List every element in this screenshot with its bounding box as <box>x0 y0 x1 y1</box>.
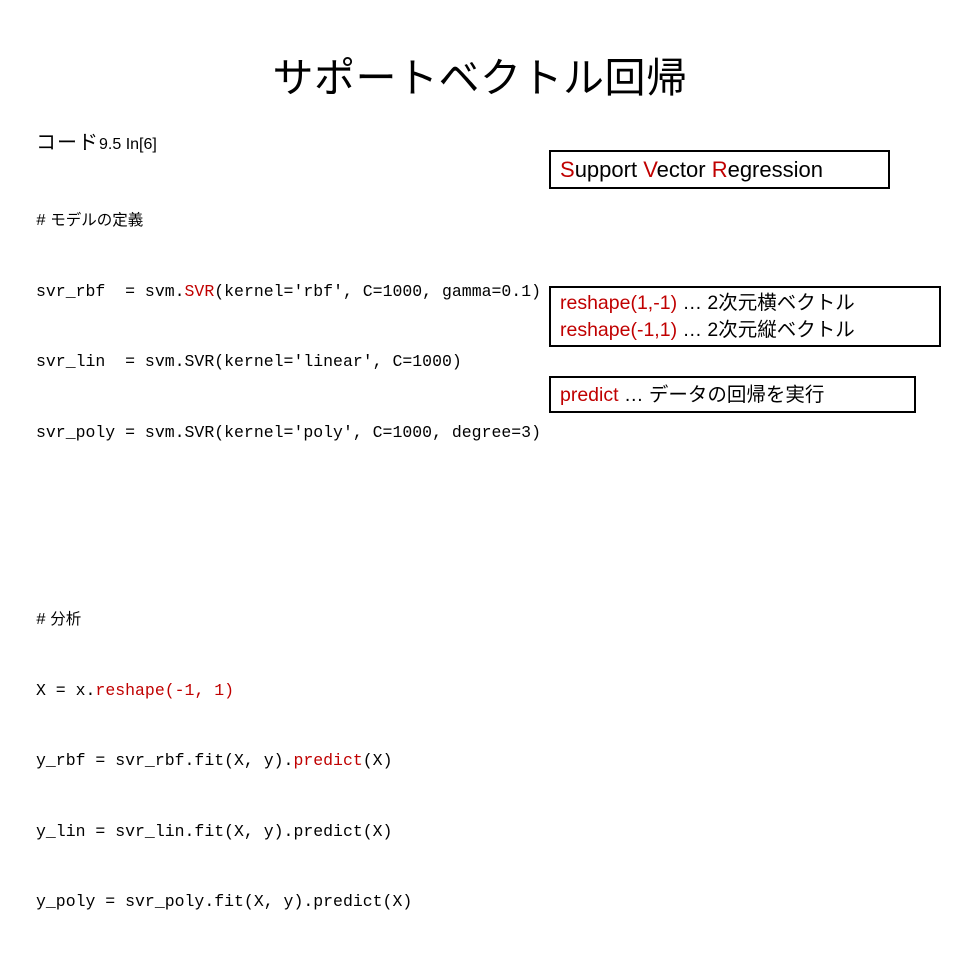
note-svr-text: Support Vector Regression <box>551 155 888 185</box>
note-initial-r: R <box>711 156 728 182</box>
note-reshape-row-1: reshape(1,-1) … 2次元横ベクトル <box>551 290 939 317</box>
code-comment-analysis: # 分析 <box>36 608 556 632</box>
code-line-svr-poly: svr_poly = svm.SVR(kernel='poly', C=1000… <box>36 422 541 442</box>
note-predict-row-1: predict … データの回帰を実行 <box>551 382 914 408</box>
page-title: サポートベクトル回帰 <box>272 55 688 101</box>
comment-text: 分析 <box>50 611 82 628</box>
note-reshape-call-column-vector: reshape(-1,1) <box>560 318 678 341</box>
note-reshape-desc-row-vector: … 2次元横ベクトル <box>677 291 855 314</box>
note-initial-s: S <box>560 156 575 182</box>
note-word-vector: ector <box>656 156 712 182</box>
code-segment-plain: svr_rbf = svm. <box>36 281 185 301</box>
note-predict-desc: … データの回帰を実行 <box>618 383 825 406</box>
code-segment-highlight-predict: predict <box>293 751 363 770</box>
code-line-reshape: X = x.reshape(-1, 1) <box>36 679 556 703</box>
code-line-y-rbf: y_rbf = svr_rbf.fit(X, y).predict(X) <box>36 749 556 773</box>
note-reshape-desc-column-vector: … 2次元縦ベクトル <box>677 318 855 341</box>
note-word-regression: egression <box>727 156 823 182</box>
code-segment-highlight-reshape: reshape(-1, 1) <box>95 680 235 700</box>
note-initial-v: V <box>643 156 657 182</box>
code-panel: コード9.5 In[6] # モデルの定義 svr_rbf = svm.SVR(… <box>36 130 556 961</box>
code-segment-highlight-svr: SVR <box>184 281 215 301</box>
code-segment-plain: X = x. <box>36 680 96 700</box>
code-block-model-definition: # モデルの定義 svr_rbf = svm.SVR(kernel='rbf',… <box>36 162 556 961</box>
note-predict-call: predict <box>560 383 619 406</box>
comment-hash: # <box>36 211 46 230</box>
comment-hash: # <box>36 610 46 629</box>
note-box-reshape: reshape(1,-1) … 2次元横ベクトル reshape(-1,1) …… <box>549 286 941 347</box>
code-caption-en: 9.5 In[6] <box>99 136 157 153</box>
code-line-y-lin: y_lin = svr_lin.fit(X, y).predict(X) <box>36 821 393 841</box>
code-segment-plain: (X) <box>362 751 393 770</box>
code-line-svr-rbf: svr_rbf = svm.SVR(kernel='rbf', C=1000, … <box>36 280 556 304</box>
comment-text: モデルの定義 <box>50 212 144 229</box>
code-line-svr-lin: svr_lin = svm.SVR(kernel='linear', C=100… <box>36 352 462 371</box>
note-word-support: upport <box>574 156 644 182</box>
code-caption: コード9.5 In[6] <box>36 130 556 158</box>
note-box-svr: Support Vector Regression <box>549 150 890 189</box>
code-caption-jp: コード <box>36 132 99 154</box>
note-box-predict: predict … データの回帰を実行 <box>549 376 916 413</box>
note-reshape-row-2: reshape(-1,1) … 2次元縦ベクトル <box>551 317 939 344</box>
code-comment-model-definition: # モデルの定義 <box>36 209 556 233</box>
note-reshape-call-row-vector: reshape(1,-1) <box>560 291 678 314</box>
code-segment-plain: (kernel='rbf', C=1000, gamma=0.1) <box>214 281 542 301</box>
code-segment-plain: y_rbf = svr_rbf.fit(X, y). <box>36 751 294 770</box>
code-line-y-poly: y_poly = svr_poly.fit(X, y).predict(X) <box>36 892 413 911</box>
